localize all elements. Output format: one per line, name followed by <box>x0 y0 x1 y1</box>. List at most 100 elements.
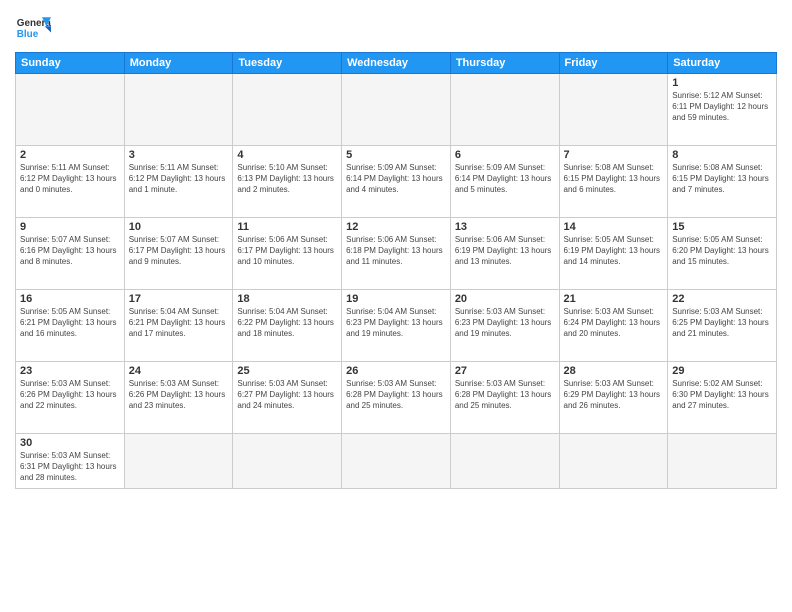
day-header-wednesday: Wednesday <box>342 53 451 74</box>
day-number: 11 <box>237 221 337 233</box>
calendar-cell: 14Sunrise: 5:05 AM Sunset: 6:19 PM Dayli… <box>559 218 668 290</box>
calendar-cell <box>559 74 668 146</box>
page: General Blue SundayMondayTuesdayWednesda… <box>0 0 792 612</box>
day-info: Sunrise: 5:03 AM Sunset: 6:29 PM Dayligh… <box>564 378 664 412</box>
calendar-cell <box>124 434 233 489</box>
day-info: Sunrise: 5:03 AM Sunset: 6:31 PM Dayligh… <box>20 450 120 484</box>
calendar-cell <box>668 434 777 489</box>
day-info: Sunrise: 5:06 AM Sunset: 6:18 PM Dayligh… <box>346 234 446 268</box>
calendar-cell <box>124 74 233 146</box>
calendar-cell <box>450 74 559 146</box>
day-number: 15 <box>672 221 772 233</box>
day-number: 30 <box>20 437 120 449</box>
day-number: 25 <box>237 365 337 377</box>
calendar-cell: 25Sunrise: 5:03 AM Sunset: 6:27 PM Dayli… <box>233 362 342 434</box>
calendar-cell: 24Sunrise: 5:03 AM Sunset: 6:26 PM Dayli… <box>124 362 233 434</box>
day-info: Sunrise: 5:11 AM Sunset: 6:12 PM Dayligh… <box>129 162 229 196</box>
day-number: 6 <box>455 149 555 161</box>
calendar-week-row: 16Sunrise: 5:05 AM Sunset: 6:21 PM Dayli… <box>16 290 777 362</box>
calendar-week-row: 23Sunrise: 5:03 AM Sunset: 6:26 PM Dayli… <box>16 362 777 434</box>
calendar-cell: 4Sunrise: 5:10 AM Sunset: 6:13 PM Daylig… <box>233 146 342 218</box>
calendar-cell: 21Sunrise: 5:03 AM Sunset: 6:24 PM Dayli… <box>559 290 668 362</box>
logo: General Blue <box>15 10 51 46</box>
day-info: Sunrise: 5:08 AM Sunset: 6:15 PM Dayligh… <box>564 162 664 196</box>
calendar-week-row: 30Sunrise: 5:03 AM Sunset: 6:31 PM Dayli… <box>16 434 777 489</box>
calendar-cell: 1Sunrise: 5:12 AM Sunset: 6:11 PM Daylig… <box>668 74 777 146</box>
calendar-week-row: 2Sunrise: 5:11 AM Sunset: 6:12 PM Daylig… <box>16 146 777 218</box>
day-info: Sunrise: 5:03 AM Sunset: 6:27 PM Dayligh… <box>237 378 337 412</box>
day-info: Sunrise: 5:03 AM Sunset: 6:24 PM Dayligh… <box>564 306 664 340</box>
day-info: Sunrise: 5:03 AM Sunset: 6:25 PM Dayligh… <box>672 306 772 340</box>
day-number: 18 <box>237 293 337 305</box>
day-header-tuesday: Tuesday <box>233 53 342 74</box>
day-number: 19 <box>346 293 446 305</box>
day-number: 27 <box>455 365 555 377</box>
day-info: Sunrise: 5:03 AM Sunset: 6:28 PM Dayligh… <box>455 378 555 412</box>
day-info: Sunrise: 5:02 AM Sunset: 6:30 PM Dayligh… <box>672 378 772 412</box>
day-info: Sunrise: 5:07 AM Sunset: 6:16 PM Dayligh… <box>20 234 120 268</box>
calendar-cell: 28Sunrise: 5:03 AM Sunset: 6:29 PM Dayli… <box>559 362 668 434</box>
day-number: 28 <box>564 365 664 377</box>
calendar-cell: 27Sunrise: 5:03 AM Sunset: 6:28 PM Dayli… <box>450 362 559 434</box>
calendar-cell <box>233 434 342 489</box>
day-number: 22 <box>672 293 772 305</box>
day-info: Sunrise: 5:06 AM Sunset: 6:19 PM Dayligh… <box>455 234 555 268</box>
calendar-cell: 19Sunrise: 5:04 AM Sunset: 6:23 PM Dayli… <box>342 290 451 362</box>
day-info: Sunrise: 5:08 AM Sunset: 6:15 PM Dayligh… <box>672 162 772 196</box>
day-header-monday: Monday <box>124 53 233 74</box>
day-info: Sunrise: 5:05 AM Sunset: 6:20 PM Dayligh… <box>672 234 772 268</box>
day-number: 2 <box>20 149 120 161</box>
day-number: 24 <box>129 365 229 377</box>
calendar-cell <box>342 74 451 146</box>
calendar-cell: 23Sunrise: 5:03 AM Sunset: 6:26 PM Dayli… <box>16 362 125 434</box>
day-info: Sunrise: 5:03 AM Sunset: 6:26 PM Dayligh… <box>20 378 120 412</box>
day-header-thursday: Thursday <box>450 53 559 74</box>
day-number: 3 <box>129 149 229 161</box>
day-number: 23 <box>20 365 120 377</box>
day-header-sunday: Sunday <box>16 53 125 74</box>
calendar-cell: 11Sunrise: 5:06 AM Sunset: 6:17 PM Dayli… <box>233 218 342 290</box>
calendar-header-row: SundayMondayTuesdayWednesdayThursdayFrid… <box>16 53 777 74</box>
day-info: Sunrise: 5:09 AM Sunset: 6:14 PM Dayligh… <box>455 162 555 196</box>
day-number: 5 <box>346 149 446 161</box>
calendar-cell: 17Sunrise: 5:04 AM Sunset: 6:21 PM Dayli… <box>124 290 233 362</box>
day-info: Sunrise: 5:03 AM Sunset: 6:23 PM Dayligh… <box>455 306 555 340</box>
day-number: 29 <box>672 365 772 377</box>
calendar-cell: 15Sunrise: 5:05 AM Sunset: 6:20 PM Dayli… <box>668 218 777 290</box>
day-number: 16 <box>20 293 120 305</box>
day-number: 10 <box>129 221 229 233</box>
day-header-friday: Friday <box>559 53 668 74</box>
calendar-week-row: 1Sunrise: 5:12 AM Sunset: 6:11 PM Daylig… <box>16 74 777 146</box>
day-info: Sunrise: 5:04 AM Sunset: 6:22 PM Dayligh… <box>237 306 337 340</box>
calendar-cell: 30Sunrise: 5:03 AM Sunset: 6:31 PM Dayli… <box>16 434 125 489</box>
day-number: 14 <box>564 221 664 233</box>
day-info: Sunrise: 5:07 AM Sunset: 6:17 PM Dayligh… <box>129 234 229 268</box>
calendar-cell <box>233 74 342 146</box>
day-number: 9 <box>20 221 120 233</box>
day-number: 1 <box>672 77 772 89</box>
calendar-cell <box>559 434 668 489</box>
header: General Blue <box>15 10 777 46</box>
calendar-week-row: 9Sunrise: 5:07 AM Sunset: 6:16 PM Daylig… <box>16 218 777 290</box>
day-number: 13 <box>455 221 555 233</box>
calendar-cell <box>16 74 125 146</box>
day-number: 20 <box>455 293 555 305</box>
calendar-cell: 2Sunrise: 5:11 AM Sunset: 6:12 PM Daylig… <box>16 146 125 218</box>
svg-text:Blue: Blue <box>17 29 39 40</box>
calendar-cell: 26Sunrise: 5:03 AM Sunset: 6:28 PM Dayli… <box>342 362 451 434</box>
day-info: Sunrise: 5:03 AM Sunset: 6:28 PM Dayligh… <box>346 378 446 412</box>
calendar-cell: 20Sunrise: 5:03 AM Sunset: 6:23 PM Dayli… <box>450 290 559 362</box>
day-header-saturday: Saturday <box>668 53 777 74</box>
day-info: Sunrise: 5:04 AM Sunset: 6:21 PM Dayligh… <box>129 306 229 340</box>
day-number: 12 <box>346 221 446 233</box>
day-info: Sunrise: 5:11 AM Sunset: 6:12 PM Dayligh… <box>20 162 120 196</box>
day-info: Sunrise: 5:05 AM Sunset: 6:19 PM Dayligh… <box>564 234 664 268</box>
day-number: 21 <box>564 293 664 305</box>
calendar-cell: 8Sunrise: 5:08 AM Sunset: 6:15 PM Daylig… <box>668 146 777 218</box>
day-number: 26 <box>346 365 446 377</box>
day-number: 7 <box>564 149 664 161</box>
calendar-cell: 10Sunrise: 5:07 AM Sunset: 6:17 PM Dayli… <box>124 218 233 290</box>
day-info: Sunrise: 5:10 AM Sunset: 6:13 PM Dayligh… <box>237 162 337 196</box>
calendar-cell: 3Sunrise: 5:11 AM Sunset: 6:12 PM Daylig… <box>124 146 233 218</box>
day-info: Sunrise: 5:05 AM Sunset: 6:21 PM Dayligh… <box>20 306 120 340</box>
